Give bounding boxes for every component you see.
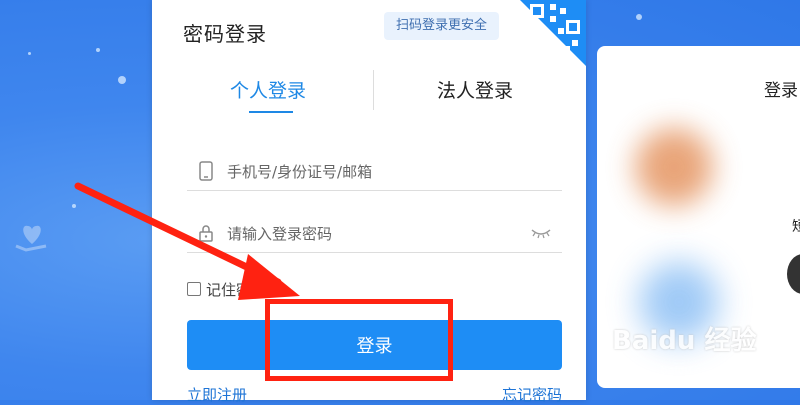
highlight-box <box>265 299 453 381</box>
watermark-url: jingyan.baidu.com <box>617 364 719 377</box>
baidu-watermark: Baidu 经验 <box>612 326 757 356</box>
